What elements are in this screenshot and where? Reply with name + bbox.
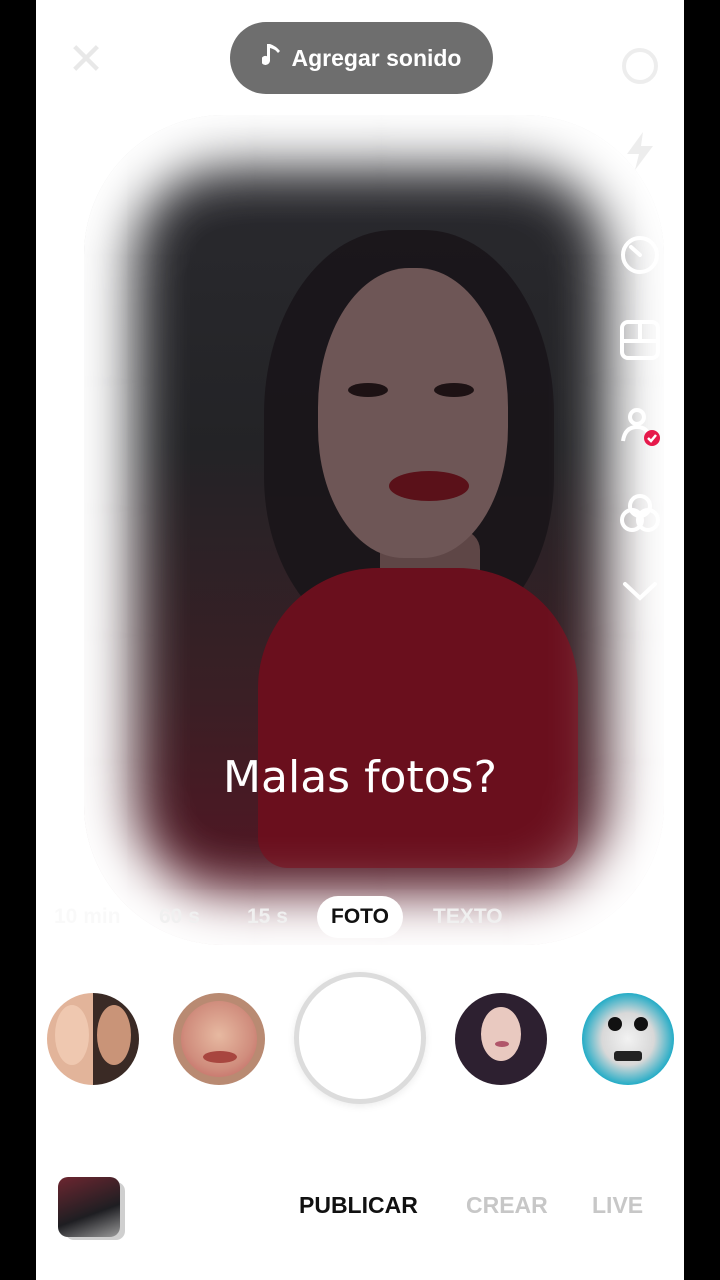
nav-create[interactable]: CREAR <box>466 1192 548 1219</box>
hair-effect[interactable] <box>455 993 547 1085</box>
person-face <box>318 268 508 558</box>
skull-effect[interactable] <box>582 993 674 1085</box>
add-sound-label: Agregar sonido <box>291 44 462 71</box>
nav-live[interactable]: LIVE <box>592 1192 643 1219</box>
person-eye-right <box>434 383 474 397</box>
flip-camera-icon[interactable] <box>614 40 666 92</box>
mode-10min[interactable]: 10 min <box>54 896 121 938</box>
mode-60s[interactable]: 60 s <box>159 896 200 938</box>
music-note-icon <box>260 42 284 74</box>
lips-effect[interactable] <box>173 993 265 1085</box>
effects-person-icon[interactable] <box>614 400 666 452</box>
preview-caption: Malas fotos? <box>223 752 497 803</box>
mode-text[interactable]: TEXTO <box>433 896 503 938</box>
capture-mode-selector[interactable]: 10 min 60 s 15 s FOTO TEXTO <box>36 896 684 938</box>
person-eye-left <box>348 383 388 397</box>
chevron-down-icon[interactable] <box>614 565 666 617</box>
mode-photo[interactable]: FOTO <box>317 896 403 938</box>
camera-screen: ✕ Agregar sonido Malas fotos? 10 min 60 … <box>36 0 684 1280</box>
flash-icon[interactable] <box>614 125 666 177</box>
shutter-button[interactable] <box>294 972 426 1104</box>
person-top <box>258 568 578 868</box>
layout-icon[interactable] <box>614 314 666 366</box>
face-split-effect[interactable] <box>47 993 139 1085</box>
person-lips <box>389 471 469 501</box>
gallery-thumbnail[interactable] <box>58 1177 120 1237</box>
close-icon[interactable]: ✕ <box>66 38 106 82</box>
filters-icon[interactable] <box>614 488 666 540</box>
nav-publish[interactable]: PUBLICAR <box>299 1192 418 1219</box>
add-sound-button[interactable]: Agregar sonido <box>230 22 493 94</box>
mode-15s[interactable]: 15 s <box>247 896 288 938</box>
timer-icon[interactable] <box>614 228 666 280</box>
